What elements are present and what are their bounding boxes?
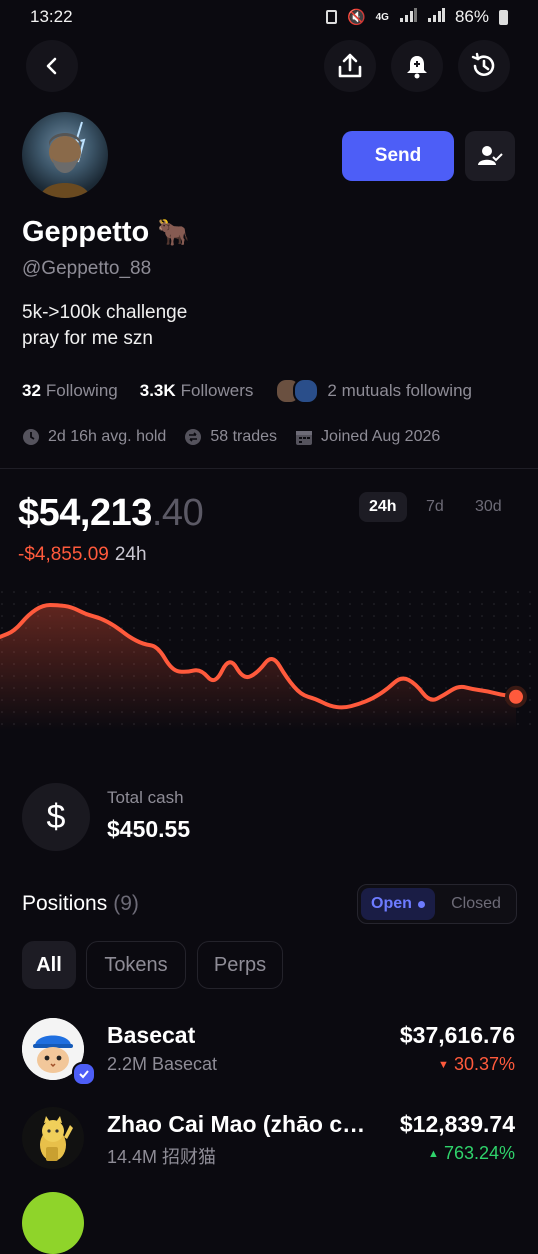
followers-count: 3.3K (139, 381, 176, 400)
mute-icon: 🔇 (346, 9, 366, 26)
trades-label: 58 trades (210, 428, 278, 445)
network-label: 4G (375, 11, 389, 23)
active-dot-icon (417, 900, 425, 908)
joined: Joined Aug 2026 (295, 428, 440, 446)
sim-icon (325, 10, 337, 24)
following-link[interactable]: 32 Following (22, 381, 140, 401)
status-time: 13:22 (30, 7, 73, 26)
down-arrow-icon: ▼ (438, 1059, 449, 1071)
balance-main: $54,213 (18, 492, 152, 534)
bull-emoji: 🐂 (157, 217, 190, 247)
cash-label: Total cash (107, 788, 184, 807)
position-row[interactable]: Basecat 2.2M Basecat $37,616.76 ▼ 30.37% (0, 1018, 538, 1098)
portfolio-change: -$4,855.09 24h (18, 544, 147, 566)
positions-title: Positions (22, 892, 108, 915)
positions-title-row: Positions (9) (22, 892, 139, 916)
position-amount: 2.2M Basecat (107, 1054, 218, 1074)
send-button[interactable]: Send (342, 131, 454, 181)
history-icon (471, 52, 495, 76)
bell-icon (407, 56, 427, 79)
up-arrow-icon: ▲ (428, 1148, 439, 1160)
range-30d[interactable]: 30d (465, 492, 512, 522)
avg-hold-label: 2d 16h avg. hold (48, 428, 167, 445)
filter-tokens[interactable]: Tokens (86, 941, 186, 989)
lucky-cat-icon (22, 1107, 84, 1169)
profile-avatar (22, 112, 108, 198)
user-check-icon (478, 146, 503, 165)
positions-count: (9) (113, 892, 139, 915)
bio-line-1: 5k->100k challenge (22, 302, 188, 323)
portfolio-balance: $54,213.40 (18, 492, 204, 535)
open-closed-toggle: Open Closed (357, 884, 517, 924)
bio-line-2: pray for me szn (22, 328, 153, 349)
profile-bio: 5k->100k challenge pray for me szn (22, 300, 187, 352)
change-value: -$4,855.09 (18, 544, 109, 565)
profile-name: Geppetto (22, 216, 150, 248)
cash-value: $450.55 (107, 816, 191, 842)
balance-decimal: .40 (151, 492, 204, 534)
status-icons: 🔇 4G 86% (325, 7, 508, 27)
followers-label: Followers (180, 381, 254, 400)
position-change-value: 763.24% (443, 1143, 515, 1163)
change-period: 24h (114, 544, 147, 565)
next-position-icon (22, 1192, 84, 1254)
mutuals-link[interactable]: 2 mutuals following (275, 378, 472, 404)
verified-badge-icon (72, 1062, 96, 1086)
profile-stats: 32 Following 3.3K Followers 2 mutuals fo… (22, 378, 472, 404)
portfolio-chart[interactable] (0, 590, 538, 730)
signal-icon-2 (427, 7, 445, 27)
toggle-closed[interactable]: Closed (438, 888, 514, 920)
position-amount: 14.4M 招财猫 (107, 1147, 217, 1167)
position-value: $37,616.76 (399, 1022, 515, 1048)
filter-all[interactable]: All (22, 941, 76, 989)
share-icon (338, 53, 362, 78)
range-24h[interactable]: 24h (359, 492, 407, 522)
position-change: ▼ 30.37% (438, 1054, 515, 1075)
section-divider (0, 468, 538, 469)
clock-icon (23, 429, 39, 445)
profile-handle: @Geppetto_88 (22, 258, 152, 279)
position-name: Basecat (107, 1022, 196, 1048)
following-label: Following (45, 381, 118, 400)
position-value: $12,839.74 (399, 1111, 515, 1137)
history-button[interactable] (458, 40, 510, 92)
signal-icon (399, 7, 417, 27)
mutual-avatar (293, 378, 320, 404)
position-change-value: 30.37% (453, 1054, 515, 1074)
battery-icon (499, 9, 508, 25)
follow-button[interactable] (465, 131, 515, 181)
calendar-icon (296, 431, 313, 445)
filter-perps[interactable]: Perps (197, 941, 283, 989)
position-name: Zhao Cai Mao (zhāo cái māo) (107, 1111, 377, 1137)
followers-link[interactable]: 3.3K Followers (140, 381, 276, 401)
position-change: ▲ 763.24% (428, 1143, 515, 1164)
chart-current-point (505, 685, 527, 708)
profile-name-row: Geppetto 🐂 (22, 216, 190, 249)
share-button[interactable] (324, 40, 376, 92)
swap-icon (185, 429, 202, 445)
toggle-open[interactable]: Open (361, 888, 435, 920)
notifications-button[interactable] (391, 40, 443, 92)
back-button[interactable] (26, 40, 78, 92)
profile-meta: 2d 16h avg. hold 58 trades Joined Aug 20… (22, 428, 458, 446)
dollar-icon: $ (22, 783, 90, 851)
toggle-open-label: Open (371, 895, 412, 912)
chevron-left-icon (46, 57, 57, 75)
joined-label: Joined Aug 2026 (321, 428, 441, 445)
following-count: 32 (22, 381, 41, 400)
range-7d[interactable]: 7d (416, 492, 454, 522)
avg-hold: 2d 16h avg. hold (22, 428, 166, 446)
trades: 58 trades (184, 428, 277, 446)
position-row[interactable]: Zhao Cai Mao (zhāo cái māo) 14.4M 招财猫 $1… (0, 1107, 538, 1187)
mutuals-label: 2 mutuals following (327, 381, 472, 400)
battery-percent: 86% (454, 7, 489, 26)
status-bar: 13:22 🔇 4G 86% (0, 0, 538, 36)
